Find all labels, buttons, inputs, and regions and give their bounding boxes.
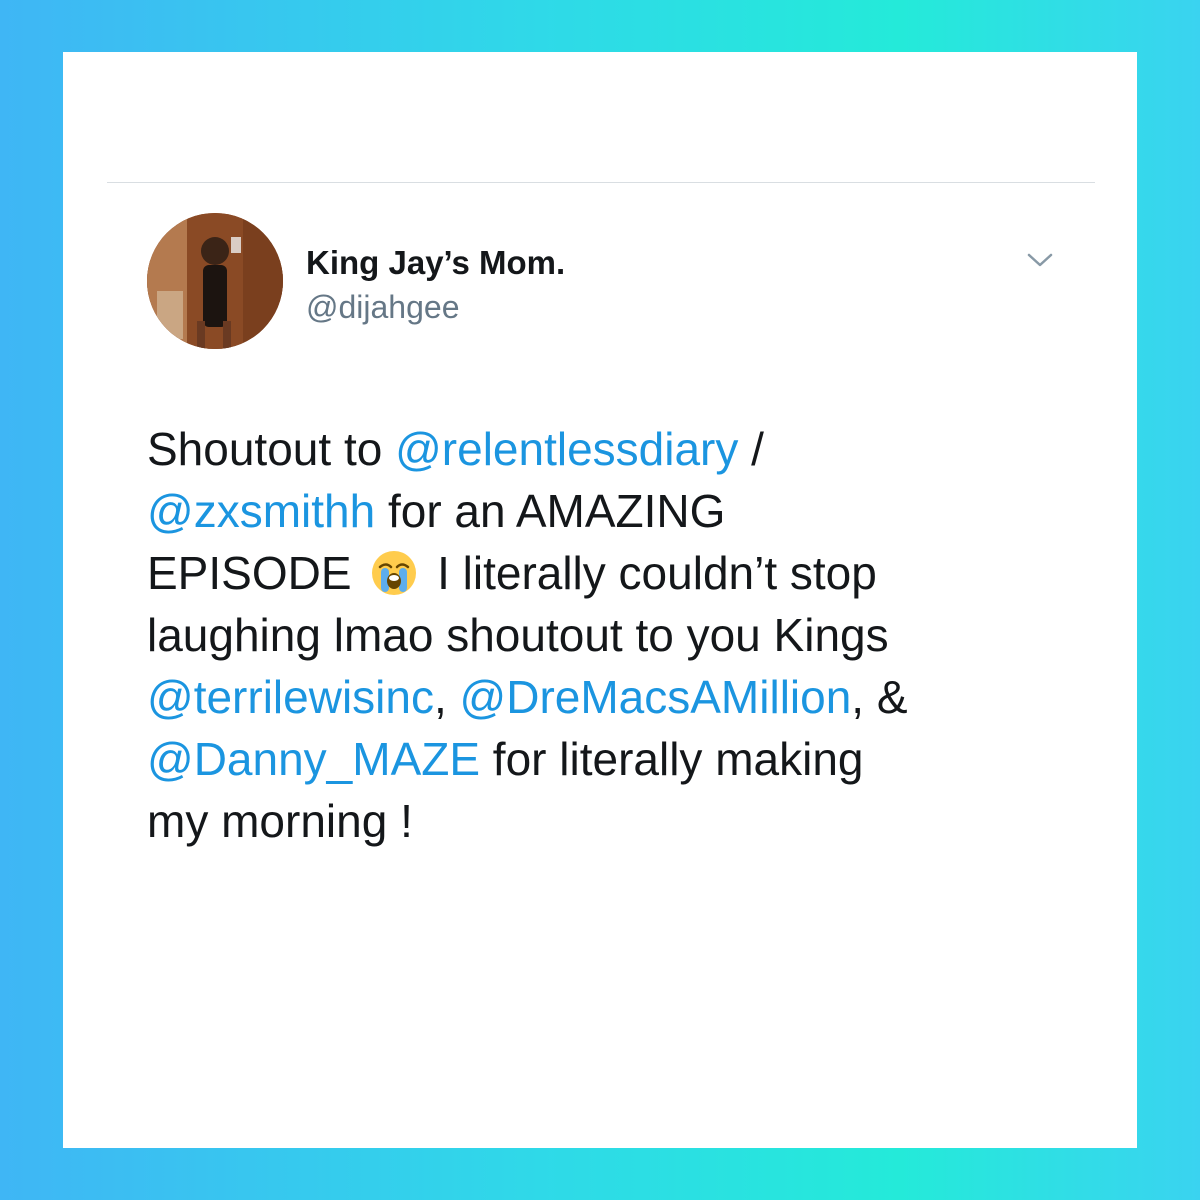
tweet-line: Shoutout to @relentlessdiary / [147, 418, 1107, 480]
tweet-line: my morning ! [147, 790, 1107, 852]
user-handle[interactable]: @dijahgee [306, 289, 459, 326]
tweet-text-segment: my morning ! [147, 795, 413, 847]
tweet-text-segment: , & [851, 671, 908, 723]
tweet-text-segment: , [433, 671, 460, 723]
mention-link[interactable]: @DreMacsAMillion [460, 671, 852, 723]
divider [107, 182, 1095, 183]
loudly-crying-face-icon [372, 551, 417, 595]
display-name[interactable]: King Jay’s Mom. [306, 244, 565, 282]
tweet-line: laughing lmao shoutout to you Kings [147, 604, 1107, 666]
tweet-line: @terrilewisinc, @DreMacsAMillion, & [147, 666, 1107, 728]
mention-link[interactable]: @Danny_MAZE [147, 733, 480, 785]
avatar[interactable] [147, 213, 283, 349]
tweet-text-segment: / [738, 423, 764, 475]
tweet-card: King Jay’s Mom. @dijahgee Shoutout to @r… [63, 52, 1137, 1148]
mention-link[interactable]: @zxsmithh [147, 485, 375, 537]
mention-link[interactable]: @terrilewisinc [147, 671, 434, 723]
tweet-text-segment: laughing lmao shoutout to you Kings [147, 609, 889, 661]
tweet-text-segment: for literally making [480, 733, 864, 785]
profile-photo [147, 213, 283, 349]
tweet-text-segment: Shoutout to [147, 423, 396, 475]
tweet-text: Shoutout to @relentlessdiary / @zxsmithh … [147, 418, 1107, 852]
tweet-text-segment: I literally couldn’t stop [424, 547, 877, 599]
tweet-line: @zxsmithh for an AMAZING [147, 480, 1107, 542]
tweet-line: EPISODE I literally couldn’t stop [147, 542, 1107, 604]
tweet-text-segment: EPISODE [147, 547, 365, 599]
mention-link[interactable]: @relentlessdiary [395, 423, 738, 475]
chevron-down-icon[interactable] [1025, 250, 1055, 270]
tweet-text-segment: for an AMAZING [375, 485, 726, 537]
tweet-line: @Danny_MAZE for literally making [147, 728, 1107, 790]
